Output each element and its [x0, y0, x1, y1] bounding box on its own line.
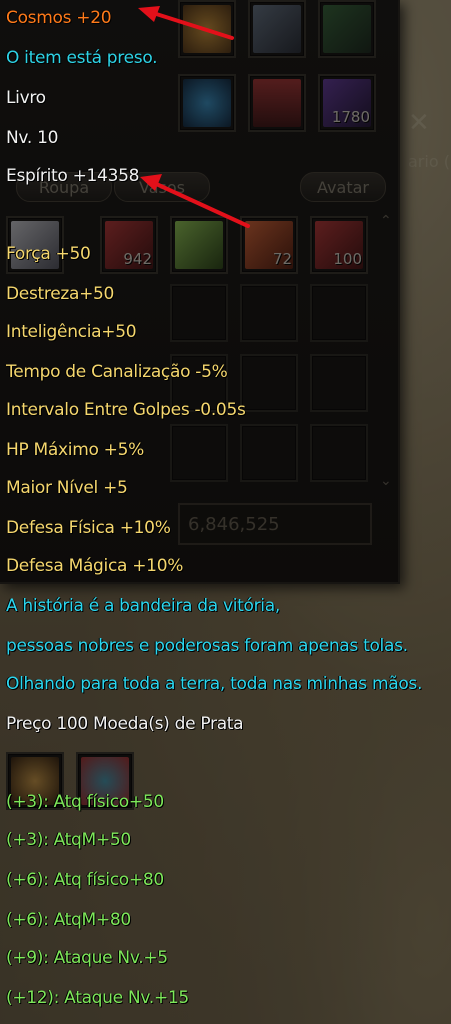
skill-slot[interactable] [76, 752, 134, 810]
inventory-slot[interactable] [240, 354, 298, 412]
equip-slot[interactable] [178, 0, 236, 58]
inventory-slot[interactable] [240, 424, 298, 482]
scroll-up-icon[interactable]: ⌃ [380, 214, 394, 228]
equip-slot[interactable]: 1780 [318, 74, 376, 132]
inventory-slot[interactable]: 100 [310, 216, 368, 274]
inventory-slot[interactable] [170, 424, 228, 482]
close-icon[interactable]: ✕ [408, 108, 430, 138]
equip-slot[interactable] [248, 0, 306, 58]
skill-slot[interactable] [6, 752, 64, 810]
side-window-text: ario ( [408, 152, 450, 171]
tab-avatar[interactable]: Avatar [300, 172, 386, 202]
inventory-slot[interactable] [310, 284, 368, 342]
inventory-panel: 1780 Roupa Vasos Avatar 942 72 100 ⌃ ⌄ 6… [0, 0, 400, 584]
item-count: 942 [123, 250, 152, 268]
tab-vases[interactable]: Vasos [114, 172, 210, 202]
inventory-slot[interactable] [170, 216, 228, 274]
item-count: 1780 [331, 108, 370, 126]
scroll-down-icon[interactable]: ⌄ [380, 474, 394, 488]
inventory-slot[interactable] [310, 354, 368, 412]
inventory-slot[interactable]: 942 [100, 216, 158, 274]
equip-slot[interactable] [178, 74, 236, 132]
inventory-slot[interactable] [240, 284, 298, 342]
item-count: 72 [272, 250, 292, 268]
inventory-slot[interactable] [170, 354, 228, 412]
inventory-slot[interactable] [170, 284, 228, 342]
equip-slot[interactable] [318, 0, 376, 58]
tab-clothes[interactable]: Roupa [16, 172, 112, 202]
inventory-slot[interactable] [6, 216, 64, 274]
money-value: 6,846,525 [188, 514, 280, 535]
inventory-slot[interactable]: 72 [240, 216, 298, 274]
equip-slot[interactable] [248, 74, 306, 132]
inventory-slot[interactable] [310, 424, 368, 482]
game-scene: ✕ ario ( 1780 Roupa Vasos Avatar 942 72 … [0, 0, 451, 1024]
item-count: 100 [333, 250, 362, 268]
